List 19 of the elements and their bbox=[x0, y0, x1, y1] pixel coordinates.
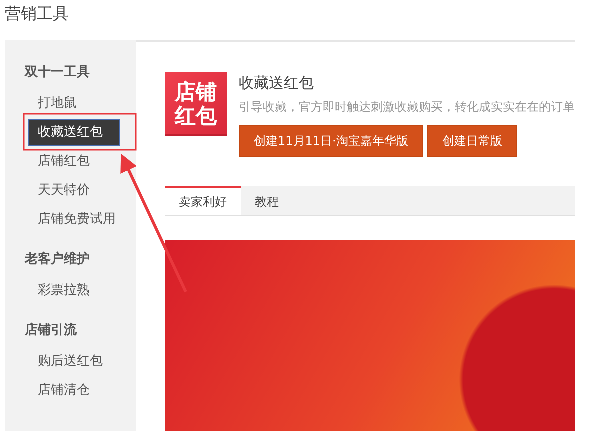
sidebar-item[interactable]: 彩票拉熟 bbox=[28, 277, 120, 304]
sidebar-item[interactable]: 购后送红包 bbox=[28, 348, 120, 375]
tab[interactable]: 卖家利好 bbox=[165, 186, 241, 215]
create-button[interactable]: 创建11月11日·淘宝嘉年华版 bbox=[239, 125, 424, 157]
tab[interactable]: 教程 bbox=[241, 186, 293, 215]
sidebar-heading: 双十一工具 bbox=[24, 64, 91, 82]
tool-logo: 店铺 红包 bbox=[165, 72, 227, 136]
sidebar-item[interactable]: 店铺红包 bbox=[28, 148, 120, 175]
tool-description: 引导收藏，官方即时触达刺激收藏购买，转化成实实在在的订单 bbox=[239, 99, 575, 116]
tool-title: 收藏送红包 bbox=[239, 74, 315, 94]
create-button[interactable]: 创建日常版 bbox=[427, 125, 518, 157]
sidebar-item[interactable]: 店铺免费试用 bbox=[28, 206, 120, 233]
sidebar-item[interactable]: 打地鼠 bbox=[28, 90, 120, 117]
sidebar-item[interactable]: 收藏送红包 bbox=[28, 119, 120, 146]
sidebar-item[interactable]: 店铺清仓 bbox=[28, 377, 120, 404]
sidebar-heading: 店铺引流 bbox=[24, 322, 78, 340]
page-title: 营销工具 bbox=[4, 3, 70, 25]
sidebar-item[interactable]: 天天特价 bbox=[28, 177, 120, 204]
sidebar-heading: 老客户维护 bbox=[24, 250, 91, 269]
